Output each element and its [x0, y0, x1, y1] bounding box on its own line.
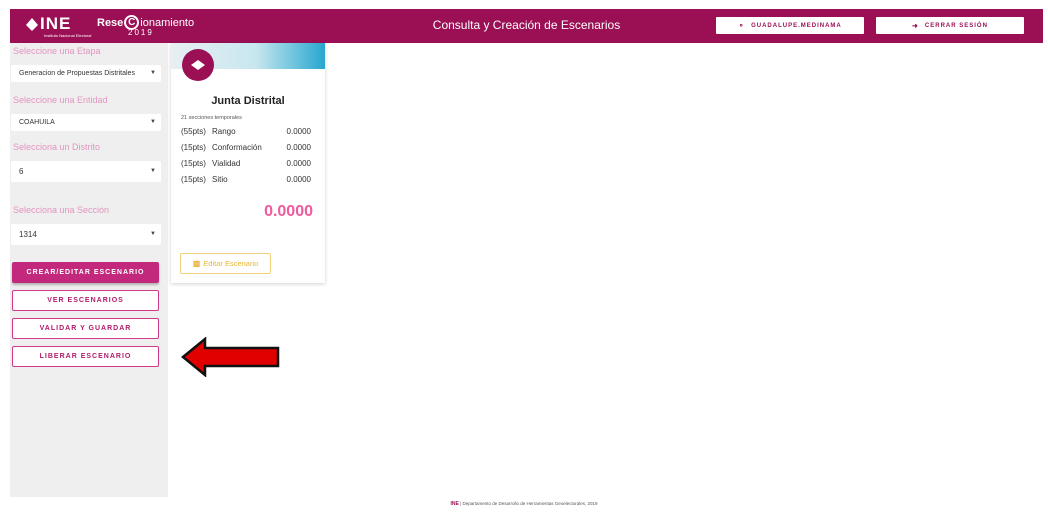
seccion-label: Selecciona una Sección [13, 205, 110, 215]
crear-editar-escenario-button[interactable]: CREAR/EDITAR ESCENARIO [12, 262, 159, 283]
score-name: Vialidad [212, 159, 241, 168]
score-points: (15pts) [181, 143, 206, 152]
card-subtitle: 21 secciones temporales [181, 115, 242, 121]
footer: INE | Departamento de Desarrollo de Herr… [0, 501, 1048, 507]
score-name: Sitio [212, 175, 228, 184]
entidad-select[interactable]: COAHUILA ▼ [11, 114, 161, 131]
chart-bar-icon: ▩ [192, 259, 201, 268]
score-name: Rango [212, 127, 236, 136]
distrito-select[interactable]: 6 ▼ [11, 161, 161, 182]
score-points: (15pts) [181, 175, 206, 184]
score-row: (15pts) Sitio 0.0000 [181, 175, 311, 186]
editar-escenario-button[interactable]: ▩ Editar Escenario [180, 253, 271, 274]
etapa-select-value: Generacion de Propuestas Distritales [19, 70, 135, 77]
sign-out-icon: ➜ [912, 22, 919, 30]
user-icon: ⚬ [738, 22, 746, 30]
entidad-select-value: COAHUILA [19, 119, 55, 126]
distrito-select-value: 6 [19, 167, 24, 176]
score-points: (15pts) [181, 159, 206, 168]
footer-text: | Departamento de Desarrollo de Herramie… [460, 501, 598, 506]
chevron-down-icon: ▼ [150, 119, 156, 125]
chevron-down-icon: ▼ [150, 70, 156, 76]
user-button-label: GUADALUPE.MEDINAMA [751, 22, 842, 29]
footer-logo: INE [450, 501, 459, 507]
score-value: 0.0000 [286, 127, 311, 136]
score-value: 0.0000 [286, 143, 311, 152]
logout-button[interactable]: ➜ CERRAR SESIÓN [876, 17, 1024, 34]
ine-mark-icon [191, 60, 205, 70]
etapa-select[interactable]: Generacion de Propuestas Distritales ▼ [11, 65, 161, 82]
sidebar: Seleccione una Etapa Generacion de Propu… [10, 43, 168, 497]
seccion-select-value: 1314 [19, 230, 37, 239]
escenario-card: Junta Distrital 21 secciones temporales … [171, 43, 325, 283]
ver-escenarios-button[interactable]: VER ESCENARIOS [12, 290, 159, 311]
score-row: (55pts) Rango 0.0000 [181, 127, 311, 138]
score-value: 0.0000 [286, 175, 311, 184]
total-score: 0.0000 [264, 203, 313, 220]
validar-guardar-button[interactable]: VALIDAR Y GUARDAR [12, 318, 159, 339]
chevron-down-icon: ▼ [150, 168, 156, 174]
ine-logo-subtitle: Instituto Nacional Electoral [44, 33, 92, 38]
score-row: (15pts) Vialidad 0.0000 [181, 159, 311, 170]
score-points: (55pts) [181, 127, 206, 136]
red-arrow-annotation [181, 337, 280, 377]
score-row: (15pts) Conformación 0.0000 [181, 143, 311, 154]
top-header: INE Instituto Nacional Electoral Rese C … [10, 9, 1043, 43]
editar-escenario-label: Editar Escenario [203, 259, 259, 268]
score-name: Conformación [212, 143, 262, 152]
card-badge [182, 49, 214, 81]
liberar-escenario-button[interactable]: LIBERAR ESCENARIO [12, 346, 159, 367]
score-value: 0.0000 [286, 159, 311, 168]
entidad-label: Seleccione una Entidad [13, 95, 108, 105]
app-window: INE Instituto Nacional Electoral Rese C … [0, 0, 1048, 512]
user-button[interactable]: ⚬ GUADALUPE.MEDINAMA [716, 17, 864, 34]
distrito-label: Selecciona un Distrito [13, 142, 101, 152]
etapa-label: Seleccione una Etapa [13, 46, 101, 56]
logout-button-label: CERRAR SESIÓN [924, 22, 988, 29]
card-title: Junta Distrital [211, 95, 285, 107]
chevron-down-icon: ▼ [150, 231, 156, 237]
seccion-select[interactable]: 1314 ▼ [11, 224, 161, 245]
